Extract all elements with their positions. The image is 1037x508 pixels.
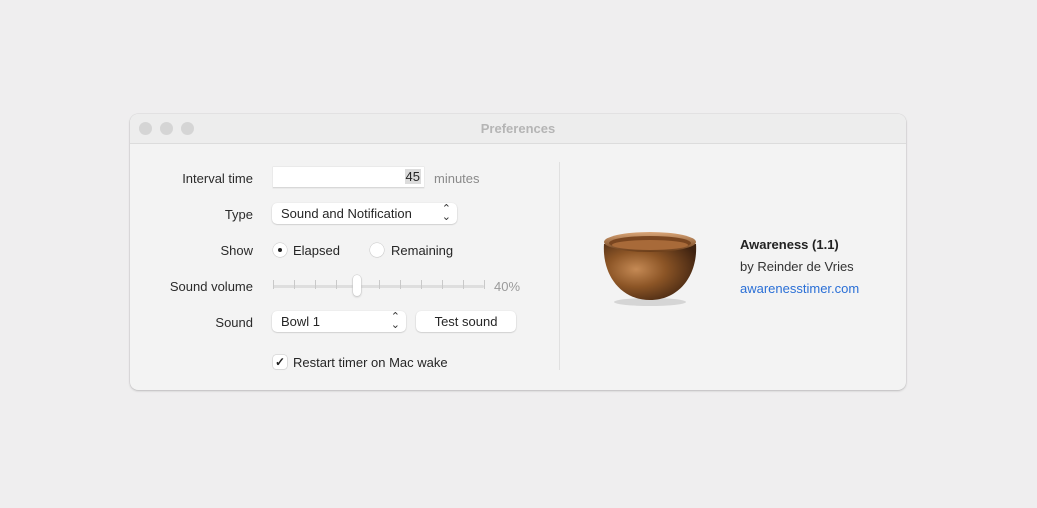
sound-label: Sound [215,315,253,330]
slider-tick [463,280,464,289]
volume-slider-thumb[interactable] [353,275,361,296]
radio-elapsed[interactable] [273,243,287,257]
slider-tick [315,280,316,289]
vertical-divider [559,162,560,370]
slider-tick [442,280,443,289]
sound-popup-value: Bowl 1 [281,314,321,329]
app-author: by Reinder de Vries [740,259,854,274]
preferences-window: Preferences Interval time 45 minutes Typ… [130,114,906,390]
title-bar: Preferences [130,114,906,144]
slider-tick [336,280,337,289]
interval-unit-label: minutes [434,171,480,186]
radio-remaining[interactable] [370,243,384,257]
radio-remaining-label[interactable]: Remaining [391,243,453,258]
sound-popup[interactable]: Bowl 1 ⌃ ⌄ [272,311,406,332]
singing-bowl-icon [603,232,697,306]
restart-checkbox[interactable]: ✓ [273,355,287,369]
slider-tick [400,280,401,289]
chevron-up-down-icon: ⌃ ⌄ [390,311,400,331]
chevron-up-down-icon: ⌃ ⌄ [441,203,451,223]
restart-checkbox-label[interactable]: Restart timer on Mac wake [293,355,448,370]
slider-tick [294,280,295,289]
show-label: Show [220,243,253,258]
window-title: Preferences [480,121,556,136]
checkmark-icon: ✓ [274,355,286,369]
type-popup-value: Sound and Notification [281,206,412,221]
type-popup[interactable]: Sound and Notification ⌃ ⌄ [272,203,457,224]
radio-elapsed-label[interactable]: Elapsed [293,243,340,258]
slider-tick [421,280,422,289]
sound-volume-label: Sound volume [169,279,253,294]
interval-time-label: Interval time [182,171,253,186]
app-name: Awareness (1.1) [740,237,839,252]
slider-tick [484,280,485,289]
interval-time-value: 45 [404,169,421,184]
slider-tick [273,280,274,289]
volume-percent: 40% [494,279,521,294]
interval-time-input[interactable]: 45 [273,167,424,188]
website-link[interactable]: awarenesstimer.com [740,281,859,296]
slider-tick [379,280,380,289]
type-label: Type [224,207,253,222]
test-sound-button[interactable]: Test sound [416,311,516,332]
